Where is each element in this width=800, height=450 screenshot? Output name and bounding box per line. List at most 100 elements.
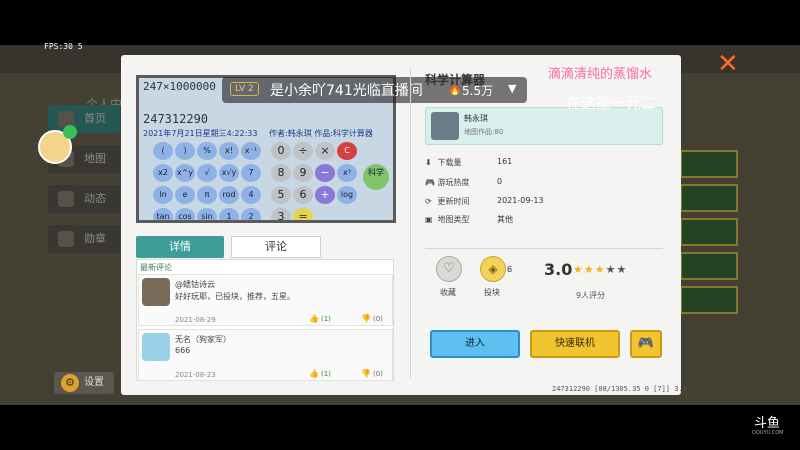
info-value: 其他	[497, 215, 513, 224]
calc-key: e	[175, 186, 195, 204]
thumbs-down-icon[interactable]: 👎	[361, 369, 371, 378]
calc-key: C	[337, 142, 357, 160]
favorite-label: 收藏	[440, 288, 456, 297]
calc-key: tan	[153, 208, 173, 220]
coin-icon: ◈	[488, 262, 498, 276]
info-label: 更新时间	[437, 197, 470, 206]
favorite-button[interactable]: ♡	[436, 256, 462, 282]
calc-key: ln	[153, 186, 173, 204]
calc-key: sin	[197, 208, 217, 220]
fps-counter: FPS:30 5	[44, 42, 83, 51]
avatar[interactable]	[142, 333, 170, 361]
gamepad-icon: 🎮	[425, 178, 435, 187]
info-label: 游玩热度	[437, 178, 470, 187]
divider	[410, 68, 411, 378]
calc-date: 2021年7月21日星期三4:22:33	[143, 129, 258, 138]
calc-key: x2	[153, 164, 173, 182]
author-works: 地图作品:80	[464, 128, 504, 136]
calc-key: −	[315, 164, 335, 182]
calc-key: rod	[219, 186, 239, 204]
info-row-type: ▣ 地图类型 其他	[425, 214, 513, 225]
calc-key: %	[197, 142, 217, 160]
like-count: (1)	[321, 315, 331, 323]
avatar[interactable]	[142, 278, 170, 306]
thumbs-down-icon[interactable]: 👎	[361, 314, 371, 323]
settings-button[interactable]: ⚙ 设置	[54, 372, 114, 394]
calc-key: x³	[337, 164, 357, 182]
comment-item: 无名（狗家军） 666 2021-08-23 👍 (1) 👎 (0)	[138, 329, 393, 381]
star-empty-icon[interactable]: ★	[617, 263, 628, 276]
like-count: (1)	[321, 370, 331, 378]
calc-key: √	[197, 164, 217, 182]
info-value: 0	[497, 177, 503, 186]
calc-key: 8	[271, 164, 291, 182]
calc-expression: 247×1000000	[143, 80, 216, 93]
danmu-message: 滴滴清纯的蒸馏水	[548, 67, 653, 82]
map-title: 科学计算器	[425, 73, 486, 87]
calc-key: 1	[219, 208, 239, 220]
download-icon: ⬇	[425, 158, 432, 167]
rating-stars: ★★★★★	[573, 263, 627, 276]
dislike-count: (0)	[373, 370, 383, 378]
quick-join-button[interactable]: 快速联机	[530, 330, 620, 358]
thumbs-up-icon[interactable]: 👍	[309, 314, 319, 323]
info-label: 地图类型	[437, 215, 470, 224]
calc-key: x⁻¹	[241, 142, 261, 160]
divider	[425, 248, 663, 249]
author-name: 韩永琪	[464, 114, 488, 123]
tab-comments[interactable]: 评论	[231, 236, 321, 258]
dislike-count: (0)	[373, 315, 383, 323]
star-filled-icon[interactable]: ★	[573, 263, 584, 276]
rating-score: 3.0	[544, 260, 573, 279]
calc-key: 6	[293, 186, 313, 204]
comment-date: 2021-08-23	[175, 371, 216, 379]
enter-button[interactable]: 进入	[430, 330, 520, 358]
map-icon: ▣	[425, 215, 433, 224]
heart-icon: ♡	[443, 261, 455, 276]
calc-key: x!	[219, 142, 239, 160]
coin-button[interactable]: ◈	[480, 256, 506, 282]
star-filled-icon[interactable]: ★	[584, 263, 595, 276]
watermark-logo: 斗鱼	[754, 416, 781, 431]
info-value: 161	[497, 157, 513, 166]
calc-key: 5	[271, 186, 291, 204]
calc-key: ×	[315, 142, 335, 160]
tab-detail[interactable]: 详情	[136, 236, 224, 258]
info-row-updated: ⟳ 更新时间 2021-09-13	[425, 196, 544, 207]
comment-item: @蟋钴诗云 好好玩耶，已投块，推荐，五星。 2021-08-29 👍 (1) 👎…	[138, 274, 393, 326]
calc-key: 9	[293, 164, 313, 182]
star-empty-icon[interactable]: ★	[606, 263, 617, 276]
info-row-downloads: ⬇ 下载量 161	[425, 157, 512, 168]
thumbs-up-icon[interactable]: 👍	[309, 369, 319, 378]
wifi-icon	[63, 125, 77, 139]
calc-key: log	[337, 186, 357, 204]
comment-author: @蟋钴诗云	[175, 280, 215, 289]
level-badge: LV 2	[230, 82, 259, 96]
coin-count: 6	[507, 265, 513, 274]
comment-text: 好好玩耶，已投块，推荐，五星。	[175, 292, 295, 301]
comments-heading: 最新评论	[140, 263, 172, 272]
rating-count: 9人评分	[576, 291, 606, 300]
avatar	[431, 112, 459, 140]
calc-key: x√y	[219, 164, 239, 182]
info-value: 2021-09-13	[497, 196, 544, 205]
clock-icon: ⟳	[425, 197, 432, 206]
controller-button[interactable]: 🎮	[630, 330, 662, 358]
chevron-down-icon[interactable]: ▼	[508, 82, 516, 95]
calc-key: (	[153, 142, 173, 160]
calc-key: 科学	[363, 164, 389, 190]
gear-icon: ⚙	[61, 374, 79, 392]
calc-key: 2	[241, 208, 261, 220]
comment-author: 无名（狗家军）	[175, 335, 231, 344]
danmu-message: 在这能一元二	[566, 94, 657, 112]
calc-key: +	[315, 186, 335, 204]
star-filled-icon[interactable]: ★	[595, 263, 606, 276]
calc-result: 247312290	[143, 112, 209, 126]
calc-key: 0	[271, 142, 291, 160]
calc-key: π	[197, 186, 217, 204]
info-label: 下载量	[437, 158, 462, 167]
comment-date: 2021-08-29	[175, 316, 216, 324]
close-icon[interactable]: ✕	[717, 49, 739, 79]
calc-key: 4	[241, 186, 261, 204]
calc-key: )	[175, 142, 195, 160]
